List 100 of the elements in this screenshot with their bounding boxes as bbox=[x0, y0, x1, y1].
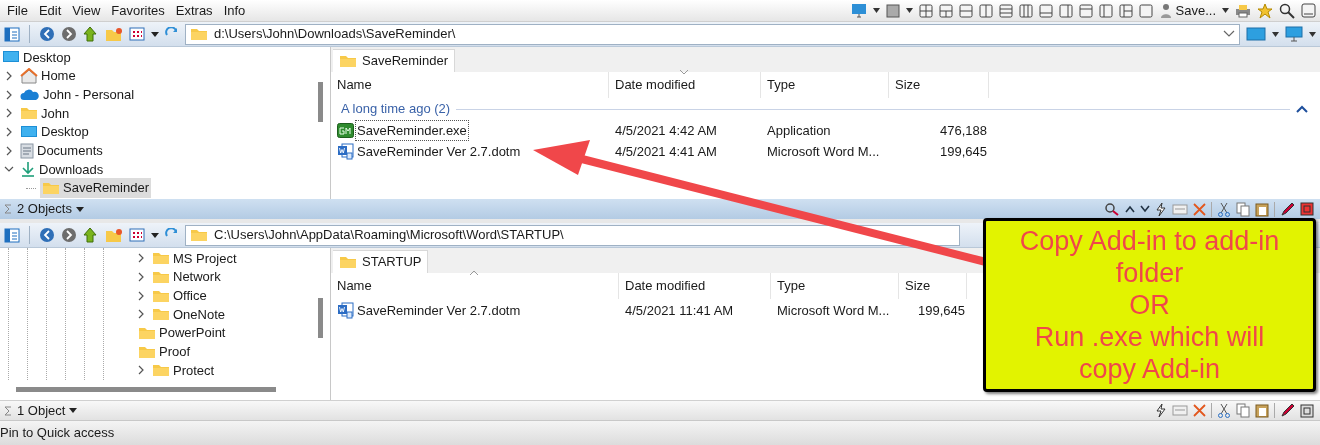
column-header[interactable]: Size bbox=[889, 72, 989, 98]
search-icon[interactable] bbox=[1104, 202, 1120, 216]
delete-icon[interactable] bbox=[1193, 202, 1206, 216]
object-count-button[interactable]: 2 Objects bbox=[17, 199, 84, 219]
object-count-button[interactable]: 1 Object bbox=[17, 400, 78, 421]
chevron-right-icon[interactable] bbox=[136, 272, 146, 283]
caret-down-icon[interactable] bbox=[151, 31, 159, 37]
tree-item[interactable]: Documents bbox=[18, 141, 105, 161]
chevron-right-icon[interactable] bbox=[136, 309, 146, 320]
view-grid-icon[interactable] bbox=[129, 27, 145, 41]
column-header[interactable]: Type bbox=[771, 273, 899, 299]
menu-item[interactable]: File bbox=[2, 0, 33, 22]
lightning-icon[interactable] bbox=[1155, 403, 1167, 418]
panel-icon[interactable] bbox=[4, 26, 20, 42]
caret-down-icon[interactable] bbox=[1272, 31, 1279, 37]
dropdown-chevron-icon[interactable] bbox=[1223, 30, 1235, 38]
tab[interactable]: STARTUP bbox=[333, 250, 429, 273]
zoom-icon[interactable] bbox=[1279, 2, 1295, 19]
tree-item[interactable]: OneNote bbox=[150, 304, 228, 325]
tree-item[interactable]: Protect bbox=[150, 360, 217, 381]
column-header[interactable]: Name bbox=[331, 273, 619, 299]
tree-item[interactable]: Network bbox=[150, 267, 223, 287]
layout-icon[interactable] bbox=[1078, 3, 1093, 18]
layout-icon[interactable] bbox=[978, 3, 993, 18]
file-name[interactable]: SaveReminder.exe bbox=[355, 119, 469, 142]
scrollbar-thumb[interactable] bbox=[16, 387, 276, 392]
tree-item[interactable]: SaveReminder bbox=[40, 178, 151, 198]
tree-item[interactable]: Home bbox=[18, 66, 78, 86]
file-name[interactable]: SaveReminder Ver 2.7.dotm bbox=[355, 140, 523, 163]
select-icon[interactable] bbox=[1300, 403, 1314, 418]
forward-icon[interactable] bbox=[61, 26, 77, 42]
panel-icon[interactable] bbox=[4, 227, 20, 243]
column-header[interactable]: Date modified bbox=[609, 72, 761, 98]
caret-down-icon[interactable] bbox=[1309, 31, 1316, 37]
chevron-right-icon[interactable] bbox=[136, 365, 146, 376]
chevron-right-icon[interactable] bbox=[136, 253, 146, 264]
view-grid-icon[interactable] bbox=[129, 228, 145, 242]
tree-item[interactable]: Downloads bbox=[18, 159, 106, 180]
lightning-icon[interactable] bbox=[1155, 201, 1167, 217]
tree-item[interactable]: John bbox=[18, 103, 72, 124]
chevron-right-icon[interactable] bbox=[4, 127, 14, 138]
scrollbar-thumb[interactable] bbox=[317, 82, 323, 122]
layout-icon[interactable] bbox=[1018, 3, 1033, 18]
select-icon[interactable] bbox=[1300, 202, 1314, 216]
scrollbar-thumb[interactable] bbox=[317, 298, 323, 338]
layout-icon[interactable] bbox=[1038, 3, 1053, 18]
caret-down-icon[interactable] bbox=[905, 8, 913, 13]
layout-icon[interactable] bbox=[1118, 3, 1133, 18]
tree-item[interactable]: Desktop bbox=[0, 47, 73, 68]
chevron-right-icon[interactable] bbox=[4, 89, 14, 100]
file-name[interactable]: SaveReminder Ver 2.7.dotm bbox=[355, 299, 523, 322]
rename-icon[interactable] bbox=[1280, 201, 1295, 217]
printer-icon[interactable] bbox=[1235, 3, 1251, 18]
menu-item[interactable]: Extras bbox=[170, 0, 218, 22]
column-header[interactable]: Date modified bbox=[619, 273, 771, 299]
layout-icon[interactable] bbox=[998, 3, 1013, 18]
chevron-right-icon[interactable] bbox=[136, 290, 146, 301]
layout-icon[interactable] bbox=[1138, 3, 1153, 18]
tree-item[interactable]: Proof bbox=[136, 342, 193, 362]
back-icon[interactable] bbox=[39, 26, 55, 42]
caret-down-icon[interactable] bbox=[1222, 8, 1229, 13]
paste-icon[interactable] bbox=[1255, 403, 1269, 418]
up-arrow-icon[interactable] bbox=[83, 227, 99, 243]
column-header[interactable]: Size bbox=[899, 273, 967, 299]
monitor-icon[interactable] bbox=[1285, 26, 1303, 42]
down-caret-icon[interactable] bbox=[1140, 205, 1150, 213]
caret-down-icon[interactable] bbox=[872, 8, 880, 13]
up-caret-icon[interactable] bbox=[1125, 205, 1135, 213]
new-folder-icon[interactable] bbox=[105, 26, 123, 42]
layout-icon[interactable] bbox=[1058, 3, 1073, 18]
chevron-right-icon[interactable] bbox=[4, 145, 14, 156]
layout-icon[interactable] bbox=[1098, 3, 1113, 18]
layout-icon[interactable] bbox=[938, 3, 953, 18]
back-icon[interactable] bbox=[39, 227, 55, 243]
copy-icon[interactable] bbox=[1236, 403, 1250, 418]
menu-item[interactable]: Info bbox=[218, 0, 251, 22]
layout-icon[interactable] bbox=[918, 3, 933, 18]
menu-item[interactable]: View bbox=[67, 0, 106, 22]
column-header[interactable]: Type bbox=[761, 72, 889, 98]
layout-icon[interactable] bbox=[885, 3, 900, 18]
address-field[interactable]: C:\Users\John\AppData\Roaming\Microsoft\Word\STARTUP\ bbox=[185, 224, 960, 246]
delete-icon[interactable] bbox=[1193, 404, 1206, 417]
tree-item[interactable]: Office bbox=[150, 285, 209, 306]
caret-down-icon[interactable] bbox=[151, 232, 159, 238]
tab[interactable]: SaveReminder bbox=[333, 49, 455, 72]
window-icon[interactable] bbox=[1301, 3, 1316, 18]
tree-item[interactable]: John - Personal bbox=[18, 84, 137, 105]
paste-icon[interactable] bbox=[1255, 201, 1269, 217]
layout-icon[interactable] bbox=[958, 3, 973, 18]
star-icon[interactable] bbox=[1257, 2, 1273, 19]
tree-item[interactable]: MS Project bbox=[150, 248, 239, 269]
copy-icon[interactable] bbox=[1236, 201, 1250, 217]
tree-item[interactable]: PowerPoint bbox=[136, 323, 228, 343]
group-header[interactable]: A long time ago (2) bbox=[341, 99, 451, 119]
collapse-caret-icon[interactable] bbox=[1296, 105, 1308, 113]
cut-icon[interactable] bbox=[1217, 403, 1231, 418]
address-field[interactable]: d:\Users\John\Downloads\SaveReminder\ bbox=[185, 23, 1240, 45]
new-folder-icon[interactable] bbox=[105, 227, 123, 243]
rename-icon[interactable] bbox=[1280, 403, 1295, 418]
up-arrow-icon[interactable] bbox=[83, 26, 99, 42]
